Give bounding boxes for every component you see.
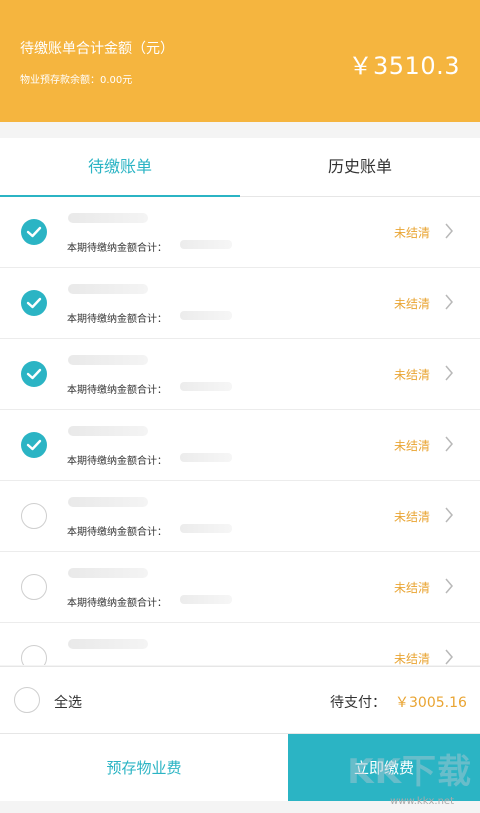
redacted-bill-amount [180,453,232,462]
checked-checkbox[interactable] [21,219,47,245]
watermark-url: www.kkx.net [390,796,454,807]
total-amount: ￥3510.3 [348,52,460,80]
bill-row[interactable]: 本期待缴纳金额合计： 未结清 [0,552,480,623]
redacted-bill-title [68,355,148,365]
bill-amount-label: 本期待缴纳金额合计： [67,598,167,609]
redacted-bill-title [68,213,148,223]
chevron-right-icon [444,578,454,598]
select-all-checkbox[interactable] [14,687,40,713]
bill-tabs: 待缴账单 历史账单 [0,138,480,197]
redacted-bill-amount [180,311,232,320]
to-pay-amount: ￥3005.16 [395,695,467,711]
bill-status: 未结清 [393,581,430,595]
select-all-label[interactable]: 全选 [54,692,82,712]
redacted-bill-title [68,284,148,294]
redacted-bill-title [68,639,148,649]
redacted-bill-amount [180,240,232,249]
tab-pending-bills[interactable]: 待缴账单 [0,138,240,197]
unchecked-checkbox[interactable] [21,574,47,600]
redacted-bill-title [68,497,148,507]
bill-status: 未结清 [393,439,430,453]
checked-checkbox[interactable] [21,432,47,458]
bill-status: 未结清 [393,226,430,240]
chevron-right-icon [444,649,454,665]
checked-checkbox[interactable] [21,361,47,387]
bill-status: 未结清 [393,368,430,382]
redacted-bill-amount [180,382,232,391]
bill-row[interactable]: 本期待缴纳金额合计： 未结清 [0,268,480,339]
bill-status: 未结清 [393,510,430,524]
bill-status: 未结清 [393,652,430,665]
bill-row[interactable]: 本期待缴纳金额合计： 未结清 [0,197,480,268]
check-icon [26,439,42,451]
redacted-bill-amount [180,524,232,533]
to-pay-label: 待支付： [330,695,386,711]
redacted-bill-title [68,568,148,578]
bill-row[interactable]: 本期待缴纳金额合计：未结清 [0,623,480,665]
redacted-bill-amount [180,595,232,604]
watermark-logo: KK下载 [347,752,472,792]
bill-amount-label: 本期待缴纳金额合计： [67,527,167,538]
bill-amount-label: 本期待缴纳金额合计： [67,243,167,254]
bill-list: 本期待缴纳金额合计： 未结清 本期待缴纳金额合计： 未结清 本期待缴纳金额合计： 未结清本… [0,197,480,665]
chevron-right-icon [444,436,454,456]
chevron-right-icon [444,223,454,243]
chevron-right-icon [444,365,454,385]
check-icon [26,297,42,309]
tab-history-bills[interactable]: 历史账单 [240,138,480,196]
bill-amount-label: 本期待缴纳金额合计： [67,385,167,396]
unchecked-checkbox[interactable] [21,503,47,529]
payment-summary-bar: 全选 待支付： ￥3005.16 [0,666,480,733]
checked-checkbox[interactable] [21,290,47,316]
check-icon [26,368,42,380]
bill-status: 未结清 [393,297,430,311]
bill-row[interactable]: 本期待缴纳金额合计： 未结清 [0,410,480,481]
prepaid-balance: 物业预存款余额：0.00元 [20,75,133,86]
check-icon [26,226,42,238]
header-title: 待缴账单合计金额（元） [20,41,174,57]
redacted-bill-title [68,426,148,436]
bill-row[interactable]: 本期待缴纳金额合计： 未结清 [0,481,480,552]
prepay-fee-button[interactable]: 预存物业费 [0,734,288,801]
bill-amount-label: 本期待缴纳金额合计： [67,314,167,325]
unchecked-checkbox[interactable] [21,645,47,665]
bill-row[interactable]: 本期待缴纳金额合计： 未结清 [0,339,480,410]
chevron-right-icon [444,507,454,527]
chevron-right-icon [444,294,454,314]
bill-amount-label: 本期待缴纳金额合计： [67,456,167,467]
summary-header: 待缴账单合计金额（元） 物业预存款余额：0.00元 ￥3510.3 [0,0,480,122]
